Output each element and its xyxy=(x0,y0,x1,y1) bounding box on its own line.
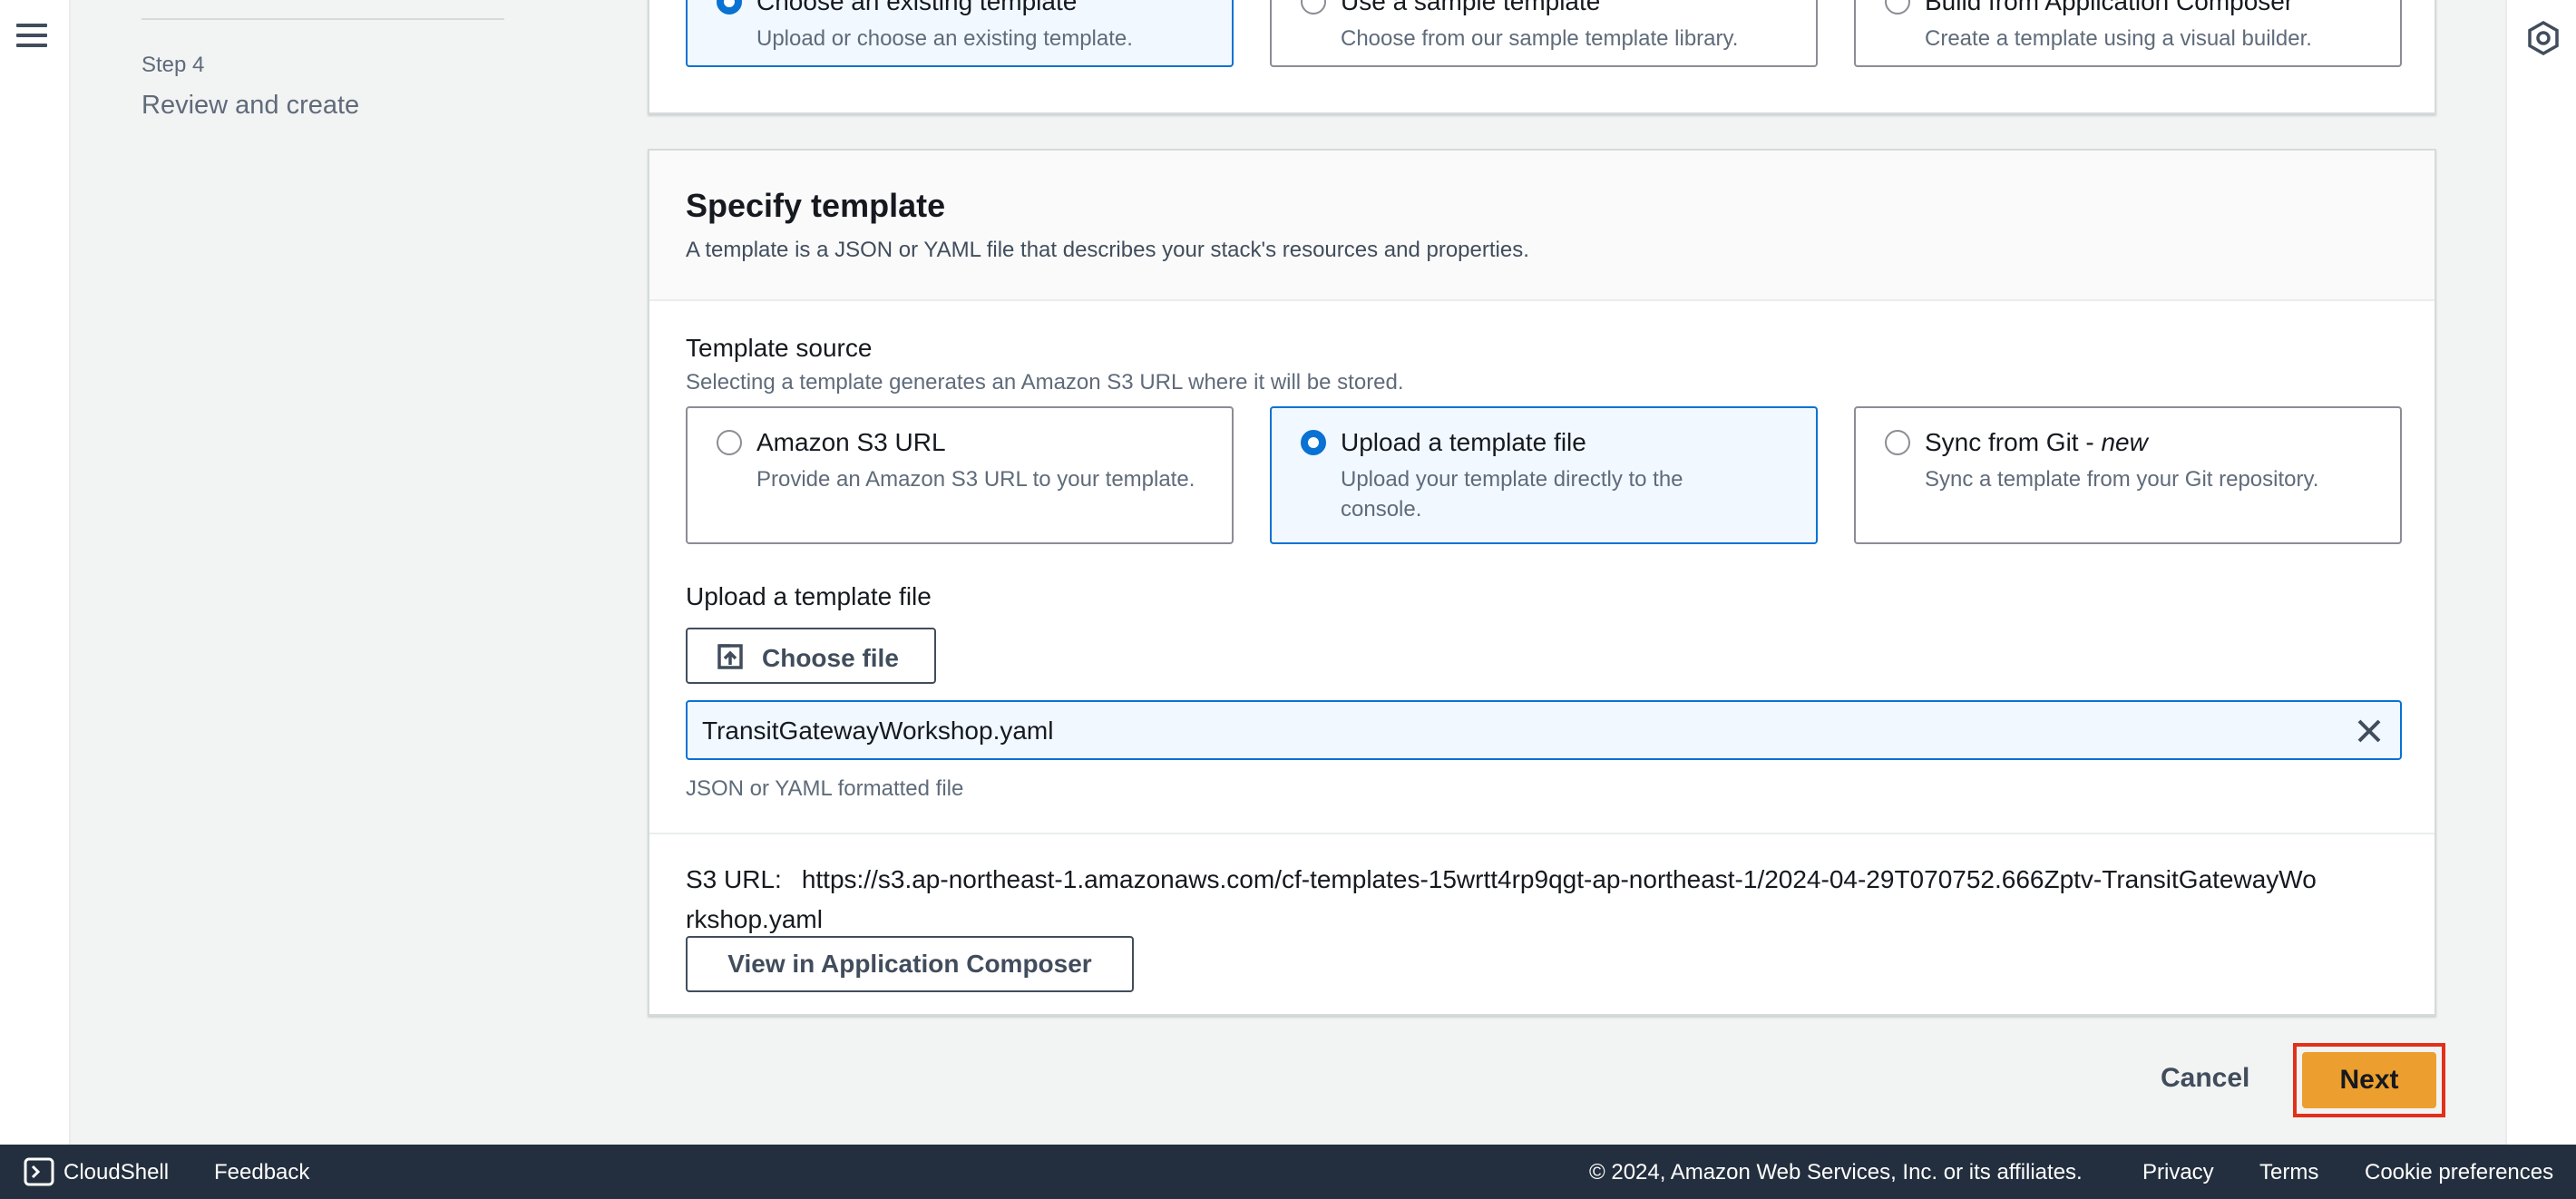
hamburger-menu-icon[interactable] xyxy=(16,24,47,51)
radio-sync-from-git[interactable] xyxy=(1885,430,1910,455)
cloudshell-icon[interactable] xyxy=(24,1157,54,1186)
s3-url-key: S3 URL: xyxy=(686,865,782,893)
radio-upload-template-file[interactable] xyxy=(1301,430,1326,455)
privacy-link[interactable]: Privacy xyxy=(2142,1160,2214,1185)
option-description: Create a template using a visual builder… xyxy=(1925,26,2312,51)
choose-file-button[interactable]: Choose file xyxy=(686,628,936,684)
right-tools-rail xyxy=(2505,0,2576,1145)
source-description: Provide an Amazon S3 URL to your templat… xyxy=(756,467,1195,492)
template-source-label: Template source xyxy=(686,334,873,362)
option-description: Upload or choose an existing template. xyxy=(756,26,1133,51)
source-title: Amazon S3 URL xyxy=(756,428,946,456)
option-existing-template[interactable]: Choose an existing template Upload or ch… xyxy=(686,0,1234,67)
cancel-button[interactable]: Cancel xyxy=(2161,1063,2249,1094)
selected-file-token: TransitGatewayWorkshop.yaml xyxy=(686,700,2402,760)
radio-amazon-s3-url[interactable] xyxy=(717,430,742,455)
source-title-text: Sync from Git - xyxy=(1925,428,2102,456)
option-application-composer[interactable]: Build from Application Composer Create a… xyxy=(1854,0,2402,67)
source-title: Upload a template file xyxy=(1341,428,1586,456)
source-sync-from-git[interactable]: Sync from Git - new Sync a template from… xyxy=(1854,406,2402,544)
radio-sample-template[interactable] xyxy=(1301,0,1326,15)
option-description: Choose from our sample template library. xyxy=(1341,26,1739,51)
view-in-application-composer-button[interactable]: View in Application Composer xyxy=(686,936,1134,992)
source-amazon-s3-url[interactable]: Amazon S3 URL Provide an Amazon S3 URL t… xyxy=(686,406,1234,544)
selected-file-name: TransitGatewayWorkshop.yaml xyxy=(702,716,1054,745)
option-sample-template[interactable]: Use a sample template Choose from our sa… xyxy=(1270,0,1818,67)
specify-template-card: Specify template A template is a JSON or… xyxy=(648,149,2436,1016)
new-tag: new xyxy=(2101,428,2148,456)
file-format-hint: JSON or YAML formatted file xyxy=(686,776,964,801)
settings-hexagon-icon[interactable] xyxy=(2525,20,2561,56)
cloudshell-link[interactable]: CloudShell xyxy=(63,1160,169,1185)
s3-section-divider xyxy=(649,833,2435,834)
step-4-title[interactable]: Review and create xyxy=(141,91,359,121)
cookie-preferences-link[interactable]: Cookie preferences xyxy=(2365,1160,2553,1185)
next-button[interactable]: Next xyxy=(2302,1052,2436,1108)
s3-url-line: S3 URL: https://s3.ap-northeast-1.amazona… xyxy=(686,860,2318,940)
close-icon[interactable] xyxy=(2355,716,2384,746)
upload-icon xyxy=(717,644,743,669)
terms-link[interactable]: Terms xyxy=(2259,1160,2318,1185)
radio-existing-template[interactable] xyxy=(717,0,742,15)
option-title: Build from Application Composer xyxy=(1925,0,2294,15)
steps-divider xyxy=(141,18,504,20)
source-title: Sync from Git - new xyxy=(1925,428,2148,457)
feedback-link[interactable]: Feedback xyxy=(214,1160,309,1185)
source-description: Upload your template directly to the con… xyxy=(1341,467,1683,522)
source-upload-template-file[interactable]: Upload a template file Upload your templ… xyxy=(1270,406,1818,544)
s3-url-value: https://s3.ap-northeast-1.amazonaws.com/… xyxy=(686,865,2317,933)
upload-template-label: Upload a template file xyxy=(686,582,932,610)
template-source-description: Selecting a template generates an Amazon… xyxy=(686,370,1404,395)
option-title: Choose an existing template xyxy=(756,0,1078,15)
prepare-template-card: Choose an existing template Upload or ch… xyxy=(648,0,2436,114)
console-footer: CloudShell Feedback © 2024, Amazon Web S… xyxy=(0,1145,2576,1199)
left-nav-rail xyxy=(0,0,71,1145)
step-4-label: Step 4 xyxy=(141,53,205,77)
copyright-text: © 2024, Amazon Web Services, Inc. or its… xyxy=(1589,1160,2083,1184)
card-header: Specify template A template is a JSON or… xyxy=(649,151,2435,301)
specify-template-title: Specify template xyxy=(686,187,946,224)
specify-template-description: A template is a JSON or YAML file that d… xyxy=(686,238,1529,262)
source-description: Sync a template from your Git repository… xyxy=(1925,467,2319,492)
option-title: Use a sample template xyxy=(1341,0,1601,15)
radio-application-composer[interactable] xyxy=(1885,0,1910,15)
choose-file-label: Choose file xyxy=(762,644,899,672)
